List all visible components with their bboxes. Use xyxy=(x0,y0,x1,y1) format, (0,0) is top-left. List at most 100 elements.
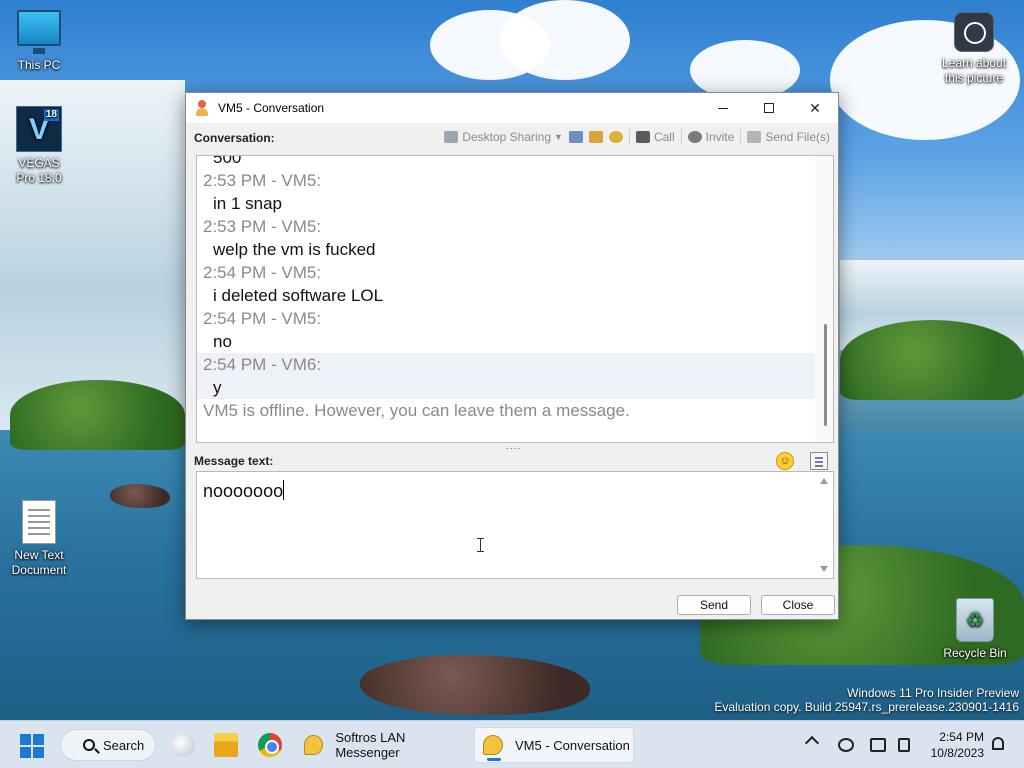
message-text-label: Message text: xyxy=(194,454,274,468)
desktop-icon-label: New Text Document xyxy=(11,548,67,577)
message-header: 2:54 PM - VM6: xyxy=(203,355,322,374)
network-icon[interactable] xyxy=(870,738,886,752)
message-header: 2:53 PM - VM5: xyxy=(203,171,322,190)
desktop-icon-label: This PC xyxy=(17,58,61,72)
clock[interactable]: 2:54 PM 10/8/2023 xyxy=(931,729,984,761)
messenger-bubble-icon xyxy=(483,735,503,755)
watermark-line-1: Windows 11 Pro Insider Preview xyxy=(847,686,1019,700)
scrollbar-thumb[interactable] xyxy=(824,324,827,426)
desktop-sharing-button[interactable]: Desktop Sharing ▼ xyxy=(444,130,563,144)
message-body: 500 xyxy=(213,155,242,167)
search-label: Search xyxy=(103,737,145,753)
desktop-icon-this-pc[interactable]: This PC xyxy=(1,10,77,73)
message-input-text: nooooooo xyxy=(203,480,285,502)
taskbar-app-label: VM5 - Conversation xyxy=(515,737,630,753)
offline-notice: VM5 is offline. However, you can leave t… xyxy=(203,401,630,420)
chevron-down-icon: ▼ xyxy=(554,132,563,142)
message-item: 2:54 PM - VM5: i deleted software LOL xyxy=(197,261,815,307)
send-files-button[interactable]: Send File(s) xyxy=(747,130,830,144)
history-button[interactable] xyxy=(568,131,583,143)
emoji-button[interactable]: ☺ xyxy=(776,452,794,470)
text-document-icon xyxy=(22,500,56,544)
chevron-up-icon[interactable] xyxy=(804,735,820,751)
file-explorer-icon[interactable] xyxy=(214,733,238,757)
send-button[interactable]: Send xyxy=(677,595,751,615)
message-body: welp the vm is fucked xyxy=(213,240,376,259)
call-button[interactable]: Call xyxy=(635,130,675,144)
input-scrollbar[interactable] xyxy=(815,472,833,578)
onedrive-icon[interactable] xyxy=(838,738,854,752)
desktop-icon-new-text-document[interactable]: New Text Document xyxy=(1,500,77,578)
learn-about-picture-icon xyxy=(954,12,994,52)
invite-button[interactable]: Invite xyxy=(687,130,735,144)
desktop-icon-recycle-bin[interactable]: ♻ Recycle Bin xyxy=(937,598,1013,661)
start-button[interactable] xyxy=(20,734,44,758)
message-body: in 1 snap xyxy=(213,194,282,213)
weather-widget-icon[interactable] xyxy=(171,733,195,757)
send-file-icon xyxy=(747,131,762,143)
invite-label: Invite xyxy=(705,130,735,144)
message-body: no xyxy=(213,332,232,351)
toolbar-divider xyxy=(628,129,630,145)
invite-users-icon xyxy=(687,131,702,143)
message-item: 500 xyxy=(197,155,815,169)
wallpaper-rock xyxy=(110,484,170,508)
desktop-icon-vegas-pro[interactable]: V 18 VEGAS Pro 18.0 xyxy=(1,106,77,186)
send-files-label: Send File(s) xyxy=(765,130,830,144)
window-title: VM5 - Conversation xyxy=(218,101,325,115)
book-icon xyxy=(568,131,583,143)
wallpaper-cloud xyxy=(500,0,630,80)
windows-watermark: Windows 11 Pro Insider Preview Evaluatio… xyxy=(714,686,1019,714)
message-header: 2:54 PM - VM5: xyxy=(203,263,322,282)
message-body: i deleted software LOL xyxy=(213,286,384,305)
desktop-icon-label: VEGAS Pro 18.0 xyxy=(16,156,62,185)
text-caret xyxy=(283,480,285,500)
desktop-sharing-icon xyxy=(444,131,459,143)
toolbar-divider xyxy=(740,129,742,145)
chrome-icon[interactable] xyxy=(258,733,282,757)
scroll-down-icon[interactable] xyxy=(820,566,828,572)
messenger-bubble-icon xyxy=(304,735,324,755)
pane-splitter[interactable]: .... xyxy=(506,442,520,452)
maximize-icon xyxy=(764,103,774,113)
watermark-line-2: Evaluation copy. Build 25947.rs_prerelea… xyxy=(714,700,1019,714)
maximize-button[interactable] xyxy=(746,93,792,123)
windows-logo-icon xyxy=(20,734,31,745)
desktop-icon-label: Recycle Bin xyxy=(943,646,1007,660)
message-item: 2:54 PM - VM6: y xyxy=(197,353,815,399)
clock-time: 2:54 PM xyxy=(939,730,984,744)
conversation-scrollbar[interactable] xyxy=(815,156,833,442)
video-camera-icon xyxy=(635,131,650,143)
format-button[interactable] xyxy=(810,452,828,470)
minimize-icon xyxy=(718,107,728,109)
taskbar-app-conversation[interactable]: VM5 - Conversation xyxy=(474,727,634,763)
minimize-button[interactable] xyxy=(700,93,746,123)
conversation-history[interactable]: 500 2:53 PM - VM5: in 1 snap 2:53 PM - V… xyxy=(196,155,834,443)
taskbar-app-softros[interactable]: Softros LAN Messenger xyxy=(296,727,468,763)
window-controls: ✕ xyxy=(700,93,838,123)
message-item: 2:54 PM - VM5: no xyxy=(197,307,815,353)
call-label: Call xyxy=(653,130,675,144)
settings-button[interactable] xyxy=(608,131,623,143)
message-item: 2:53 PM - VM5: in 1 snap xyxy=(197,169,815,215)
ibeam-cursor-icon xyxy=(477,538,488,552)
notification-bell-icon[interactable] xyxy=(992,737,1004,750)
contacts-button[interactable] xyxy=(588,131,603,143)
search-icon xyxy=(83,739,95,751)
taskbar-search[interactable]: Search xyxy=(60,729,156,761)
close-button[interactable]: Close xyxy=(761,595,835,615)
message-header: 2:53 PM - VM5: xyxy=(203,217,322,236)
close-window-button[interactable]: ✕ xyxy=(792,93,838,123)
close-icon: ✕ xyxy=(809,99,821,116)
wallpaper-greenery xyxy=(840,320,1024,400)
message-header: 2:54 PM - VM5: xyxy=(203,309,322,328)
desktop-icon-learn-about-picture[interactable]: Learn about this picture xyxy=(936,12,1012,86)
scroll-up-icon[interactable] xyxy=(820,478,828,484)
message-label-row: Message text: ☺ xyxy=(194,451,834,471)
taskbar: Search Softros LAN Messenger VM5 - Conve… xyxy=(0,720,1024,768)
message-input[interactable]: nooooooo xyxy=(196,471,834,579)
desktop-sharing-label: Desktop Sharing xyxy=(462,130,552,144)
title-bar[interactable]: VM5 - Conversation ✕ xyxy=(186,93,838,123)
volume-muted-icon[interactable] xyxy=(898,738,910,752)
wallpaper-cloud xyxy=(690,40,800,100)
